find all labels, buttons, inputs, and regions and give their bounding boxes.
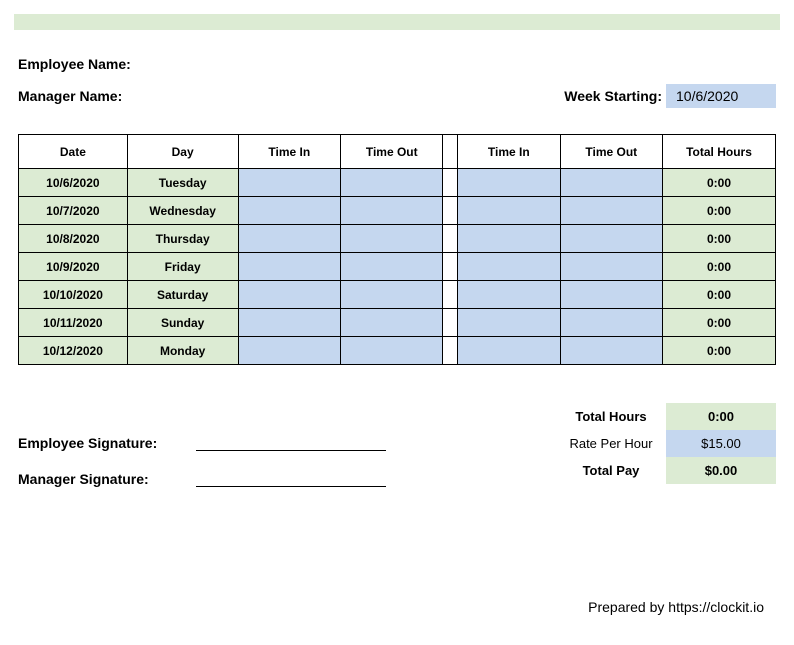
table-row: 10/7/2020Wednesday 0:00 <box>19 197 776 225</box>
cell-time-out-2[interactable] <box>560 337 662 365</box>
manager-name-label: Manager Name: <box>18 88 122 104</box>
cell-time-out-2[interactable] <box>560 281 662 309</box>
cell-time-out-1[interactable] <box>341 281 443 309</box>
cell-date: 10/6/2020 <box>19 169 128 197</box>
cell-separator <box>443 169 458 197</box>
th-date: Date <box>19 135 128 169</box>
timesheet-table-wrap: Date Day Time In Time Out Time In Time O… <box>18 134 776 365</box>
cell-time-out-2[interactable] <box>560 253 662 281</box>
cell-date: 10/7/2020 <box>19 197 128 225</box>
cell-day: Thursday <box>127 225 238 253</box>
week-starting-label: Week Starting: <box>564 88 662 104</box>
cell-total-hours: 0:00 <box>663 225 776 253</box>
cell-total-hours: 0:00 <box>663 253 776 281</box>
total-pay-value: $0.00 <box>666 457 776 484</box>
week-starting-wrap: Week Starting: 10/6/2020 <box>564 84 776 108</box>
cell-time-out-1[interactable] <box>341 253 443 281</box>
cell-time-out-2[interactable] <box>560 225 662 253</box>
cell-time-in-1[interactable] <box>238 197 340 225</box>
cell-total-hours: 0:00 <box>663 281 776 309</box>
employee-signature-row: Employee Signature: <box>18 435 386 451</box>
total-hours-label: Total Hours <box>556 403 666 430</box>
cell-day: Wednesday <box>127 197 238 225</box>
cell-day: Tuesday <box>127 169 238 197</box>
employee-signature-label: Employee Signature: <box>18 435 188 451</box>
employee-signature-line[interactable] <box>196 435 386 451</box>
th-time-out-1: Time Out <box>341 135 443 169</box>
cell-time-in-2[interactable] <box>458 309 560 337</box>
cell-time-in-2[interactable] <box>458 253 560 281</box>
cell-day: Monday <box>127 337 238 365</box>
cell-time-out-1[interactable] <box>341 309 443 337</box>
total-hours-value: 0:00 <box>666 403 776 430</box>
cell-total-hours: 0:00 <box>663 337 776 365</box>
total-pay-label: Total Pay <box>556 457 666 484</box>
cell-total-hours: 0:00 <box>663 309 776 337</box>
cell-time-out-2[interactable] <box>560 309 662 337</box>
cell-time-in-1[interactable] <box>238 253 340 281</box>
table-row: 10/8/2020Thursday 0:00 <box>19 225 776 253</box>
header-section: Employee Name: Manager Name: Week Starti… <box>18 56 776 108</box>
cell-time-in-1[interactable] <box>238 309 340 337</box>
cell-time-out-2[interactable] <box>560 169 662 197</box>
cell-total-hours: 0:00 <box>663 169 776 197</box>
cell-time-in-2[interactable] <box>458 281 560 309</box>
cell-time-out-2[interactable] <box>560 197 662 225</box>
cell-time-in-1[interactable] <box>238 281 340 309</box>
th-total-hours: Total Hours <box>663 135 776 169</box>
th-day: Day <box>127 135 238 169</box>
timesheet-table: Date Day Time In Time Out Time In Time O… <box>18 134 776 365</box>
cell-time-in-1[interactable] <box>238 337 340 365</box>
cell-separator <box>443 309 458 337</box>
cell-separator <box>443 225 458 253</box>
table-row: 10/9/2020Friday 0:00 <box>19 253 776 281</box>
cell-time-out-1[interactable] <box>341 169 443 197</box>
cell-time-out-1[interactable] <box>341 225 443 253</box>
rate-value[interactable]: $15.00 <box>666 430 776 457</box>
top-banner <box>14 14 780 30</box>
th-time-in-1: Time In <box>238 135 340 169</box>
table-row: 10/6/2020Tuesday 0:00 <box>19 169 776 197</box>
employee-name-label: Employee Name: <box>18 56 131 72</box>
cell-day: Sunday <box>127 309 238 337</box>
cell-separator <box>443 197 458 225</box>
manager-signature-row: Manager Signature: <box>18 471 386 487</box>
cell-date: 10/12/2020 <box>19 337 128 365</box>
cell-separator <box>443 253 458 281</box>
cell-date: 10/11/2020 <box>19 309 128 337</box>
th-separator <box>443 135 458 169</box>
cell-date: 10/9/2020 <box>19 253 128 281</box>
footer-text: Prepared by https://clockit.io <box>588 599 764 615</box>
cell-separator <box>443 281 458 309</box>
cell-time-in-1[interactable] <box>238 225 340 253</box>
cell-total-hours: 0:00 <box>663 197 776 225</box>
cell-time-in-2[interactable] <box>458 337 560 365</box>
table-header-row: Date Day Time In Time Out Time In Time O… <box>19 135 776 169</box>
cell-time-in-2[interactable] <box>458 225 560 253</box>
signature-block: Employee Signature: Manager Signature: <box>18 435 386 507</box>
cell-day: Saturday <box>127 281 238 309</box>
cell-time-in-2[interactable] <box>458 197 560 225</box>
cell-separator <box>443 337 458 365</box>
week-starting-value[interactable]: 10/6/2020 <box>666 84 776 108</box>
cell-day: Friday <box>127 253 238 281</box>
cell-time-in-2[interactable] <box>458 169 560 197</box>
manager-signature-line[interactable] <box>196 471 386 487</box>
rate-label: Rate Per Hour <box>556 430 666 457</box>
manager-signature-label: Manager Signature: <box>18 471 188 487</box>
summary-table: Total Hours 0:00 Rate Per Hour $15.00 To… <box>556 403 776 484</box>
cell-time-in-1[interactable] <box>238 169 340 197</box>
cell-date: 10/10/2020 <box>19 281 128 309</box>
table-row: 10/10/2020Saturday 0:00 <box>19 281 776 309</box>
th-time-in-2: Time In <box>458 135 560 169</box>
table-row: 10/11/2020Sunday 0:00 <box>19 309 776 337</box>
table-row: 10/12/2020Monday 0:00 <box>19 337 776 365</box>
th-time-out-2: Time Out <box>560 135 662 169</box>
cell-date: 10/8/2020 <box>19 225 128 253</box>
cell-time-out-1[interactable] <box>341 337 443 365</box>
cell-time-out-1[interactable] <box>341 197 443 225</box>
summary-section: Total Hours 0:00 Rate Per Hour $15.00 To… <box>18 403 776 507</box>
